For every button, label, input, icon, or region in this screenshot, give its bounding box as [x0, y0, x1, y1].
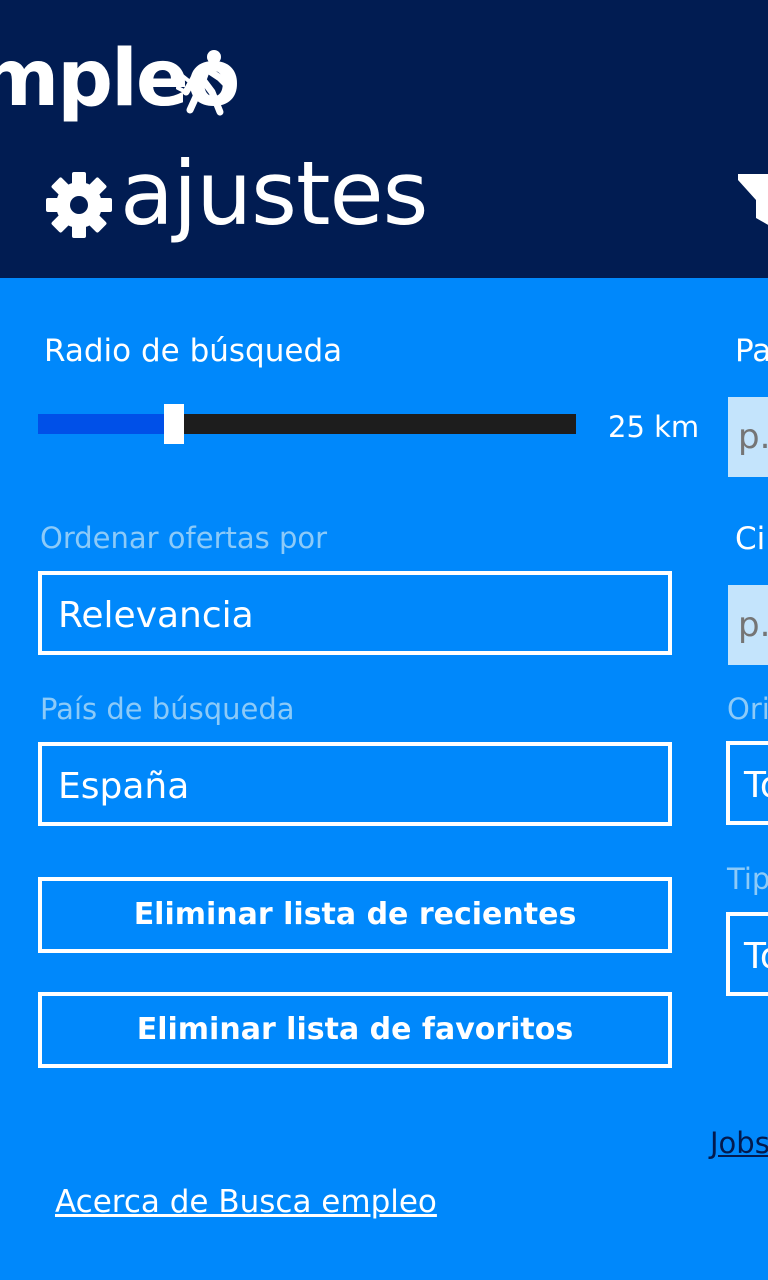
filter-icon[interactable] — [738, 170, 768, 230]
field2-input[interactable] — [728, 585, 768, 665]
origin-label: Ori — [727, 692, 768, 726]
type-select-value: To — [744, 936, 768, 977]
field1-label: Pa — [735, 333, 768, 369]
country-select-value: España — [58, 766, 190, 807]
country-label: País de búsqueda — [40, 692, 295, 726]
slider-fill — [38, 414, 173, 434]
country-select[interactable]: España — [38, 742, 672, 826]
field1-input[interactable] — [728, 397, 768, 477]
radius-value: 25 km — [608, 410, 700, 444]
walker-icon — [176, 50, 232, 116]
sort-select-value: Relevancia — [58, 595, 254, 636]
type-select[interactable]: To — [726, 912, 768, 996]
jobs-link[interactable]: Jobs — [710, 1126, 768, 1160]
clear-favorites-button[interactable]: Eliminar lista de favoritos — [38, 992, 672, 1068]
radius-slider[interactable] — [38, 400, 578, 450]
clear-recent-button[interactable]: Eliminar lista de recientes — [38, 877, 672, 953]
sort-select[interactable]: Relevancia — [38, 571, 672, 655]
origin-select[interactable]: To — [726, 741, 768, 825]
slider-thumb[interactable] — [164, 404, 184, 444]
page-title: ajustes — [120, 142, 428, 245]
type-label: Tip — [727, 862, 768, 896]
gear-icon — [46, 172, 112, 238]
origin-select-value: To — [744, 765, 768, 806]
page-header: mpleo ajustes — [0, 0, 768, 278]
radius-label: Radio de búsqueda — [44, 333, 343, 369]
field2-label: Ci — [735, 521, 766, 557]
sort-label: Ordenar ofertas por — [40, 521, 328, 555]
about-link[interactable]: Acerca de Busca empleo — [55, 1184, 437, 1220]
